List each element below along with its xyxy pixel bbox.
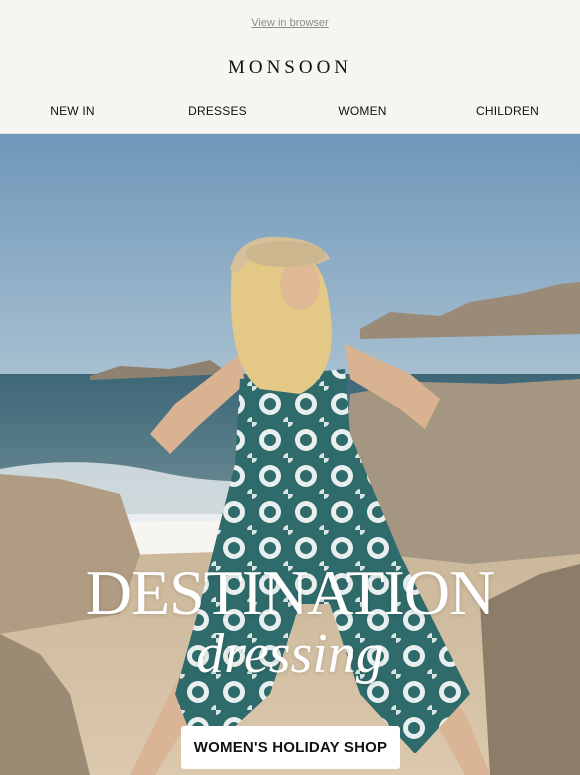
nav-item-new-in[interactable]: NEW IN bbox=[0, 104, 145, 118]
nav-item-women[interactable]: WOMEN bbox=[290, 104, 435, 118]
nav-item-dresses[interactable]: DRESSES bbox=[145, 104, 290, 118]
nav-item-children[interactable]: CHILDREN bbox=[435, 104, 580, 118]
hero-headline: DESTINATION bbox=[85, 557, 496, 628]
hero-banner[interactable]: DESTINATION dressing WOMEN'S HOLIDAY SHO… bbox=[0, 133, 580, 775]
email-header: View in browser MONSOON NEW IN DRESSES W… bbox=[0, 0, 580, 133]
hero-subline: dressing bbox=[196, 623, 384, 685]
main-nav: NEW IN DRESSES WOMEN CHILDREN bbox=[0, 104, 580, 118]
monsoon-logo[interactable]: MONSOON bbox=[0, 57, 580, 79]
view-in-browser-link[interactable]: View in browser bbox=[0, 17, 580, 29]
womens-holiday-shop-button[interactable]: WOMEN'S HOLIDAY SHOP bbox=[181, 726, 400, 769]
